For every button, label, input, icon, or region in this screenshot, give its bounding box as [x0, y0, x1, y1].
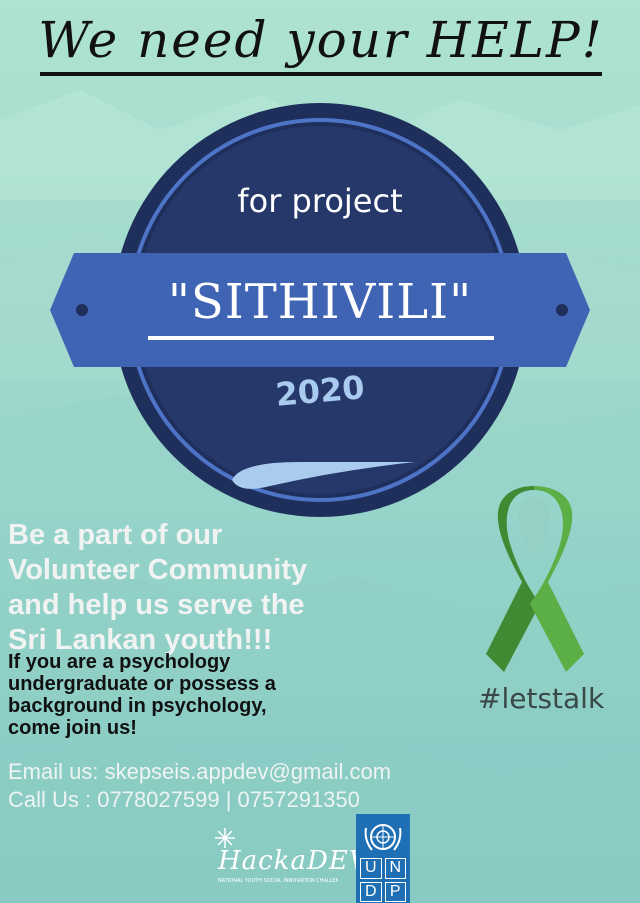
undp-letter: D: [360, 881, 382, 902]
hashtag-letstalk: #letstalk: [478, 682, 605, 715]
project-name: "SITHIVILI": [167, 274, 473, 330]
hackadev-tagline: NATIONAL YOUTH SOCIAL INNOVATION CHALLEN…: [218, 878, 338, 884]
hackadev-logo: HackaDEV NATIONAL YOUTH SOCIAL INNOVATIO…: [210, 826, 368, 896]
contact-info: Email us: skepseis.appdev@gmail.com Call…: [8, 758, 568, 814]
cta-line: Be a part of our: [8, 519, 223, 551]
eligibility-line: If you are a psychology: [8, 651, 231, 673]
undp-letter: P: [384, 881, 406, 902]
banner-rivet-left: [76, 304, 88, 316]
banner-rivet-right: [556, 304, 568, 316]
project-name-underline: [148, 336, 494, 340]
green-ribbon-icon: [486, 486, 584, 672]
hackadev-wordmark: HackaDEV: [218, 846, 369, 876]
project-badge: [50, 103, 590, 517]
cta-line: and help us serve the: [8, 589, 305, 621]
phone-line[interactable]: Call Us : 0778027599 | 0757291350: [8, 786, 568, 814]
undp-letters: U N D P: [360, 858, 406, 902]
email-line[interactable]: Email us: skepseis.appdev@gmail.com: [8, 758, 568, 786]
undp-letter: U: [360, 858, 382, 879]
undp-logo: U N D P: [356, 814, 410, 903]
for-project-text: for project: [237, 182, 403, 220]
cta-line: Volunteer Community: [8, 554, 308, 586]
eligibility-line: undergraduate or possess a: [8, 673, 276, 695]
poster: We need your HELP! for project "SITHIVIL…: [0, 0, 640, 903]
eligibility-text: If you are a psychology undergraduate or…: [8, 651, 388, 739]
undp-letter: N: [384, 858, 406, 879]
eligibility-line: background in psychology,: [8, 695, 267, 717]
call-to-action: Be a part of our Volunteer Community and…: [8, 518, 428, 658]
eligibility-line: come join us!: [8, 717, 137, 739]
un-emblem-icon: [364, 824, 402, 851]
